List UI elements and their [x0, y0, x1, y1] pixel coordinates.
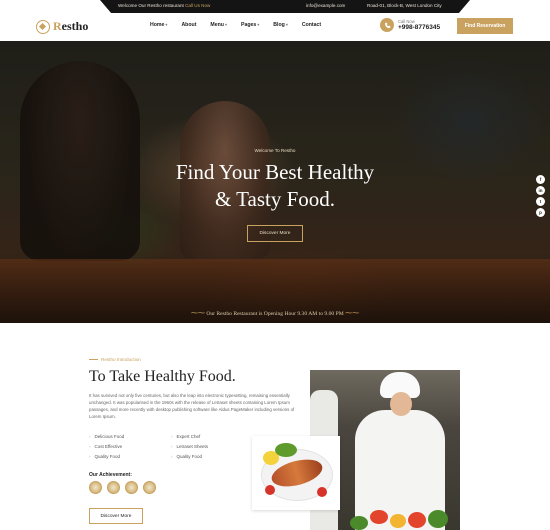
phone-block[interactable]: Call Now +998-8776345 [380, 18, 440, 32]
main-nav: Home▾ About Menu▾ Pages▾ Blog▾ Contact [150, 22, 321, 28]
vegetable [428, 510, 448, 528]
email-link[interactable]: info@example.com [306, 3, 345, 8]
hero-discover-button[interactable]: Discover More [247, 225, 303, 242]
hero-title: Find Your Best Healthy & Tasty Food. [175, 160, 375, 211]
ornament-icon: ⁓⁓ [190, 309, 205, 317]
opening-hours: ⁓⁓ Our Restho Restaurant is Opening Hour… [190, 309, 360, 317]
instagram-icon[interactable]: in [536, 186, 545, 195]
site-header: Restho Home▾ About Menu▾ Pages▾ Blog▾ Co… [0, 13, 550, 41]
nav-item-menu[interactable]: Menu▾ [210, 22, 227, 28]
chevron-down-icon: ▾ [165, 22, 168, 27]
phone-number[interactable]: +998-8776345 [398, 24, 440, 31]
intro-kicker: Restho Introduction [89, 357, 141, 362]
tomato [317, 487, 327, 497]
facebook-icon[interactable]: f [536, 175, 545, 184]
intro-paragraph: It has survived not only five centuries,… [89, 393, 295, 420]
award-badge-icon [89, 481, 102, 494]
chevron-down-icon: ▾ [285, 22, 288, 27]
welcome-accent[interactable]: Call Us Now [185, 3, 210, 8]
vegetable [390, 514, 406, 528]
award-badge-icon [125, 481, 138, 494]
vegetable [350, 516, 368, 530]
top-bar: Welcome Our Restho restaurant Call Us No… [0, 0, 550, 13]
hero-kicker: Welcome To Restho [254, 148, 296, 153]
feature-item: Quality Food [89, 454, 171, 459]
vegetable [408, 512, 426, 528]
intro-discover-button[interactable]: Discover More [89, 508, 143, 524]
nav-item-about[interactable]: About [181, 22, 196, 28]
herb [275, 443, 297, 457]
food-image [252, 436, 340, 510]
hero-section: Welcome To Restho Find Your Best Healthy… [0, 41, 550, 323]
logo[interactable]: Restho [36, 19, 88, 34]
nav-item-home[interactable]: Home▾ [150, 22, 167, 28]
chef-face [390, 392, 412, 416]
ornament-icon: ⁓⁓ [345, 309, 360, 317]
tomato [265, 485, 275, 495]
award-badge-icon [143, 481, 156, 494]
kicker-line [89, 359, 98, 360]
pinterest-icon[interactable]: p [536, 208, 545, 217]
feature-item: Expert Chef [171, 434, 253, 439]
award-badge-icon [107, 481, 120, 494]
vegetable [370, 510, 388, 524]
welcome-text: Welcome Our Restho restaurant Call Us No… [118, 3, 211, 8]
nav-item-pages[interactable]: Pages▾ [241, 22, 259, 28]
feature-item: Delicious Food [89, 434, 171, 439]
nav-item-blog[interactable]: Blog▾ [273, 22, 288, 28]
intro-title: To Take Healthy Food. [89, 368, 236, 385]
chevron-down-icon: ▾ [224, 22, 227, 27]
logo-text: Restho [53, 19, 89, 33]
feature-item: Quality Food [171, 454, 253, 459]
find-reservation-button[interactable]: Find Reservation [457, 18, 513, 34]
achievement-label: Our Achievement: [89, 472, 132, 478]
twitter-icon[interactable]: t [536, 197, 545, 206]
chevron-down-icon: ▾ [257, 22, 260, 27]
achievement-badges [89, 481, 156, 494]
phone-icon [380, 18, 394, 32]
nav-item-contact[interactable]: Contact [302, 22, 321, 28]
feature-item: Cost Effective [89, 444, 171, 449]
feature-item: Letraset Sheets [171, 444, 253, 449]
logo-mark-icon [36, 19, 50, 34]
address-text: Road-01, Block-B, West London City [367, 3, 442, 8]
